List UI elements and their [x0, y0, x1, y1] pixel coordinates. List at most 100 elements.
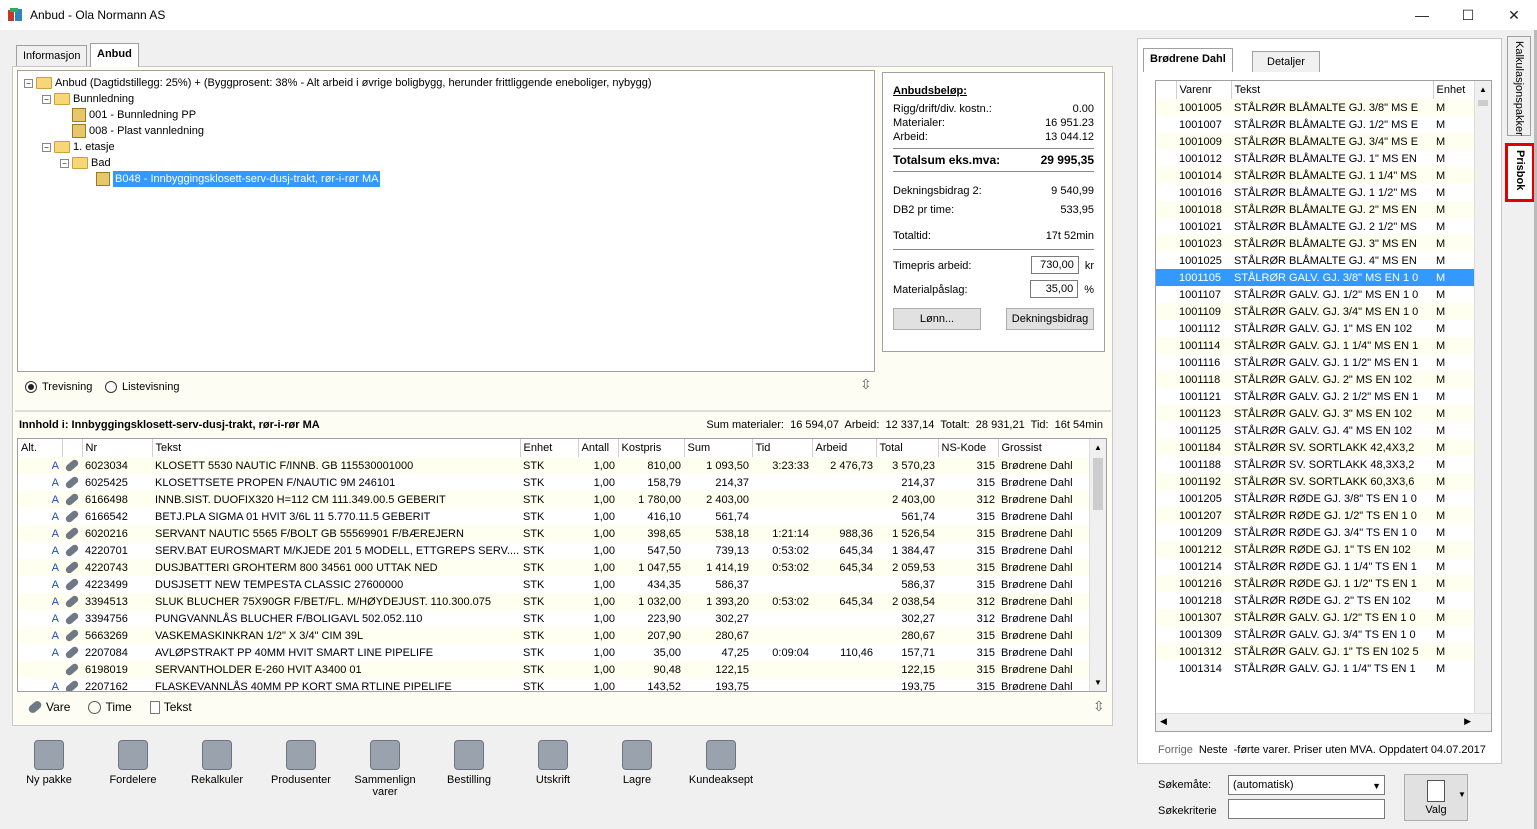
- row-selector[interactable]: [1156, 133, 1176, 150]
- row-selector[interactable]: [1156, 99, 1176, 116]
- markup-input[interactable]: 35,00: [1030, 280, 1079, 298]
- row-selector[interactable]: [1156, 184, 1176, 201]
- row-selector[interactable]: [1156, 456, 1176, 473]
- row-selector[interactable]: [1156, 337, 1176, 354]
- content-header-cell[interactable]: Sum: [684, 439, 753, 457]
- row-selector[interactable]: [1156, 541, 1176, 558]
- row-selector[interactable]: [1156, 303, 1176, 320]
- price-row[interactable]: 1001312 STÅLRØR GALV. GJ. 1" TS EN 102 5M: [1156, 643, 1474, 660]
- price-row[interactable]: 1001123 STÅLRØR GALV. GJ. 3" MS EN 102 M: [1156, 405, 1474, 422]
- table-row[interactable]: A 2207162 FLASKEVANNLÅS 40MM PP KORT SMA R…: [18, 678, 1090, 691]
- content-table[interactable]: Alt. Nr Tekst Enhet Antall Kostpris Sum Tid Arbe…: [17, 438, 1107, 692]
- maximize-button[interactable]: ☐: [1445, 0, 1491, 30]
- price-row[interactable]: 1001007 STÅLRØR BLÅMALTE GJ. 1/2" MS EM: [1156, 116, 1474, 133]
- content-header-cell[interactable]: Enhet: [520, 439, 579, 457]
- toolbar-button-ny-pakke[interactable]: Ny pakke: [10, 740, 88, 798]
- price-row[interactable]: 1001125 STÅLRØR GALV. GJ. 4" MS EN 102 M: [1156, 422, 1474, 439]
- price-row[interactable]: 1001218 STÅLRØR RØDE GJ. 2" TS EN 102 M: [1156, 592, 1474, 609]
- row-selector[interactable]: [1156, 354, 1176, 371]
- table-row[interactable]: A 4220701 SERV.BAT EUROSMART M/KJEDE 201 5…: [18, 542, 1090, 559]
- toolbar-button-produsenter[interactable]: Produsenter: [262, 740, 340, 798]
- price-list[interactable]: Varenr Tekst Enhet 1001005 STÅLRØR BLÅMALTE…: [1155, 80, 1492, 732]
- row-selector[interactable]: [1156, 235, 1176, 252]
- close-button[interactable]: ✕: [1491, 0, 1537, 30]
- price-row[interactable]: 1001118 STÅLRØR GALV. GJ. 2" MS EN 102 M: [1156, 371, 1474, 388]
- price-row[interactable]: 1001192 STÅLRØR SV. SORTLAKK 60,3X3,6 M: [1156, 473, 1474, 490]
- table-row[interactable]: A 6166498 INNB.SIST. DUOFIX320 H=112 CM 11…: [18, 491, 1090, 508]
- toolbar-button-bestilling[interactable]: Bestilling: [430, 740, 508, 798]
- coverage-button[interactable]: Dekningsbidrag: [1006, 308, 1094, 330]
- price-scrollbar[interactable]: ▲: [1474, 81, 1491, 713]
- table-row[interactable]: 6198019 SERVANTHOLDER E-260 HVIT A3400 01…: [18, 661, 1090, 678]
- content-scrollbar[interactable]: ▲ ▼: [1089, 439, 1106, 691]
- price-row[interactable]: 1001012 STÅLRØR BLÅMALTE GJ. 1" MS EN M: [1156, 150, 1474, 167]
- side-tab-kalkulasjonspakker[interactable]: Kalkulasjonspakker: [1507, 36, 1531, 136]
- content-header-cell[interactable]: Antall: [578, 439, 619, 457]
- content-header-cell[interactable]: [62, 439, 83, 457]
- toolbar-button-kundeaksept[interactable]: Kundeaksept: [682, 740, 760, 798]
- toolbar-button-rekalkuler[interactable]: Rekalkuler: [178, 740, 256, 798]
- price-header-enhet[interactable]: Enhet: [1433, 81, 1475, 99]
- table-row[interactable]: A 6166542 BETJ.PLA SIGMA 01 HVIT 3/6L 11 5…: [18, 508, 1090, 525]
- table-row[interactable]: A 5663269 VASKEMASKINKRAN 1/2" X 3/4" CIM …: [18, 627, 1090, 644]
- splitter-icon[interactable]: ⇳: [1093, 698, 1105, 715]
- dropdown-arrow-icon[interactable]: ▼: [1458, 790, 1466, 799]
- table-row[interactable]: A 6020216 SERVANT NAUTIC 5565 F/BOLT GB 55…: [18, 525, 1090, 542]
- tree-item-b048[interactable]: B048 - Innbyggingsklosett-serv-dusj-trak…: [24, 171, 868, 187]
- price-row[interactable]: 1001205 STÅLRØR RØDE GJ. 3/8" TS EN 1 0M: [1156, 490, 1474, 507]
- price-row[interactable]: 1001005 STÅLRØR BLÅMALTE GJ. 3/8" MS EM: [1156, 99, 1474, 116]
- price-hscrollbar[interactable]: ◀ ▶: [1156, 713, 1491, 731]
- price-row[interactable]: 1001184 STÅLRØR SV. SORTLAKK 42,4X3,2 M: [1156, 439, 1474, 456]
- tab-brodrene-dahl[interactable]: Brødrene Dahl: [1143, 48, 1233, 72]
- price-row[interactable]: 1001209 STÅLRØR RØDE GJ. 3/4" TS EN 1 0M: [1156, 524, 1474, 541]
- side-tab-prisbok[interactable]: Prisbok: [1505, 143, 1535, 202]
- row-selector[interactable]: [1156, 388, 1176, 405]
- chevron-down-icon[interactable]: ▼: [1372, 778, 1381, 794]
- toolbar-button-sammenlign-varer[interactable]: Sammenlign varer: [346, 740, 424, 798]
- tree-root[interactable]: − Anbud (Dagtidstillegg: 25%) + (Byggpros…: [24, 75, 868, 91]
- next-link[interactable]: Neste: [1199, 744, 1228, 756]
- price-row[interactable]: 1001307 STÅLRØR GALV. GJ. 1/2" TS EN 1 0M: [1156, 609, 1474, 626]
- content-header-cell[interactable]: Arbeid: [812, 439, 877, 457]
- content-header-cell[interactable]: Kostpris: [618, 439, 685, 457]
- row-selector[interactable]: [1156, 371, 1176, 388]
- row-selector[interactable]: [1156, 507, 1176, 524]
- row-selector[interactable]: [1156, 626, 1176, 643]
- row-selector[interactable]: [1156, 643, 1176, 660]
- scroll-right-icon[interactable]: ▶: [1464, 716, 1471, 727]
- row-selector[interactable]: [1156, 201, 1176, 218]
- row-selector[interactable]: [1156, 558, 1176, 575]
- row-selector[interactable]: [1156, 405, 1176, 422]
- prev-link[interactable]: Forrige: [1158, 744, 1193, 756]
- package-tree[interactable]: − Anbud (Dagtidstillegg: 25%) + (Byggpros…: [17, 70, 875, 372]
- content-header-cell[interactable]: Alt.: [18, 439, 63, 457]
- scroll-up-icon[interactable]: ▲: [1475, 81, 1491, 98]
- row-selector[interactable]: [1156, 439, 1176, 456]
- collapse-icon[interactable]: −: [42, 142, 51, 152]
- content-header-cell[interactable]: Tid: [752, 439, 813, 457]
- wage-button[interactable]: Lønn...: [893, 308, 981, 330]
- price-row[interactable]: 1001309 STÅLRØR GALV. GJ. 3/4" TS EN 1 0M: [1156, 626, 1474, 643]
- content-header-cell[interactable]: Grossist: [998, 439, 1091, 457]
- scroll-thumb[interactable]: [1478, 100, 1488, 106]
- table-row[interactable]: A 3394513 SLUK BLUCHER 75X90GR F/BET/FL. M…: [18, 593, 1090, 610]
- table-row[interactable]: A 4220743 DUSJBATTERI GROHTERM 800 34561 0…: [18, 559, 1090, 576]
- collapse-icon[interactable]: −: [24, 78, 33, 88]
- tree-node-bad[interactable]: − Bad: [24, 155, 868, 171]
- table-row[interactable]: A 4223499 DUSJSETT NEW TEMPESTA CLASSIC 27…: [18, 576, 1090, 593]
- row-selector[interactable]: [1156, 490, 1176, 507]
- tree-item-008[interactable]: 008 - Plast vannledning: [24, 123, 868, 139]
- price-row[interactable]: 1001216 STÅLRØR RØDE GJ. 1 1/2" TS EN 1M: [1156, 575, 1474, 592]
- row-selector[interactable]: [1156, 524, 1176, 541]
- price-row[interactable]: 1001016 STÅLRØR BLÅMALTE GJ. 1 1/2" MS M: [1156, 184, 1474, 201]
- content-header-cell[interactable]: Nr: [82, 439, 153, 457]
- tree-node-1-etasje[interactable]: − 1. etasje: [24, 139, 868, 155]
- toolbar-button-utskrift[interactable]: Utskrift: [514, 740, 592, 798]
- row-selector[interactable]: [1156, 116, 1176, 133]
- price-row[interactable]: 1001114 STÅLRØR GALV. GJ. 1 1/4" MS EN 1M: [1156, 337, 1474, 354]
- price-row[interactable]: 1001109 STÅLRØR GALV. GJ. 3/4" MS EN 1 0M: [1156, 303, 1474, 320]
- row-selector[interactable]: [1156, 286, 1176, 303]
- search-criteria-input[interactable]: [1228, 799, 1385, 819]
- search-mode-select[interactable]: (automatisk) ▼: [1228, 775, 1385, 795]
- content-header-cell[interactable]: NS-Kode: [938, 439, 999, 457]
